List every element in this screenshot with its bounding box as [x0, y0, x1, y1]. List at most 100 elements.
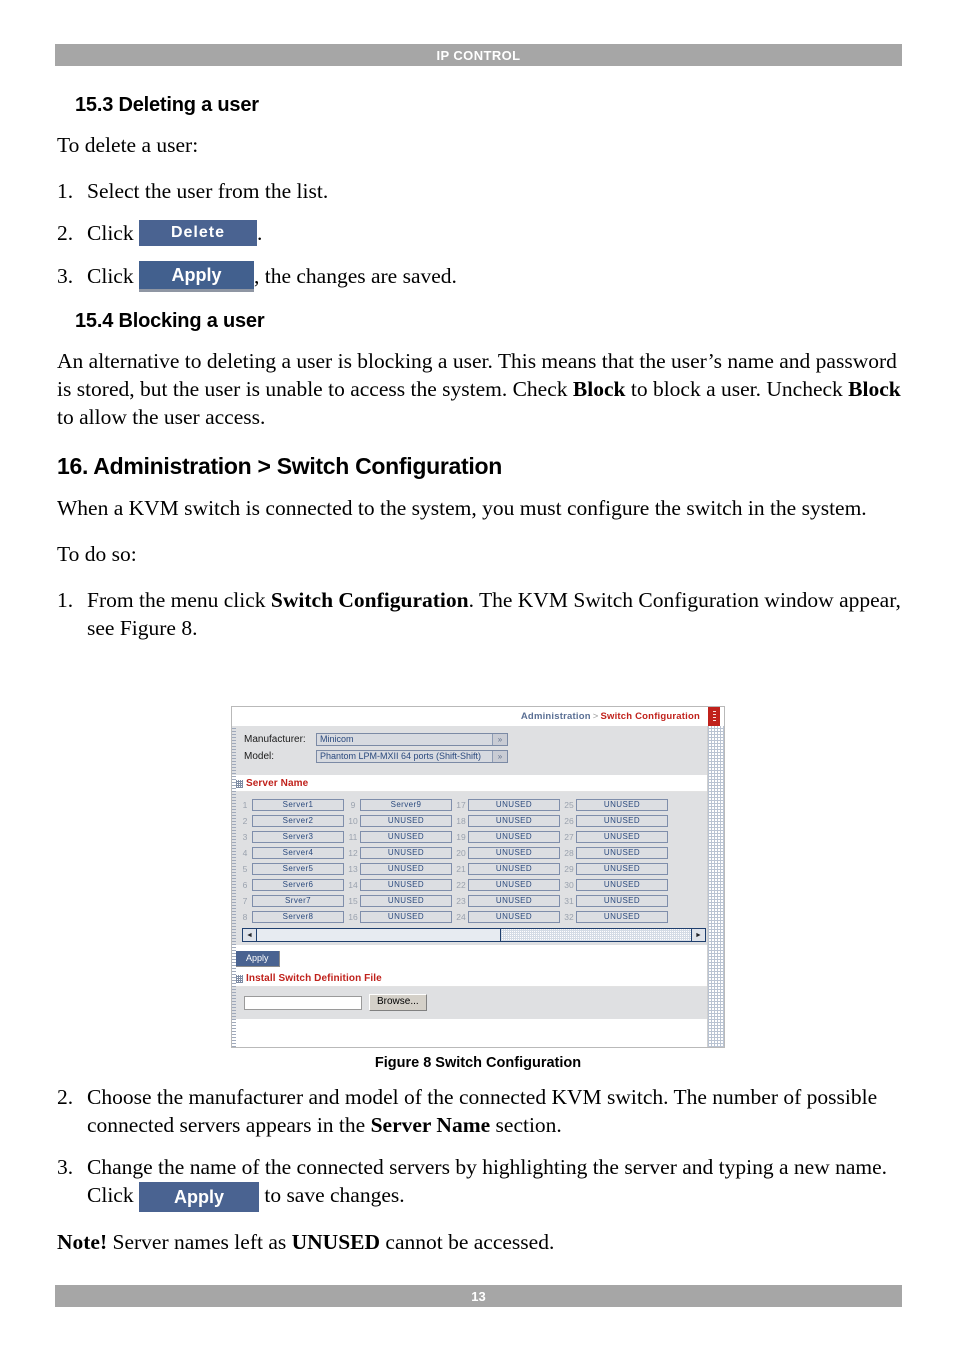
list-item-number: 3.	[57, 1155, 74, 1179]
server-name-input[interactable]: Server2	[252, 815, 344, 827]
server-name-input[interactable]: UNUSED	[360, 831, 452, 843]
server-column-3: 17 UNUSED 18 UNUSED 19 UNUSED 20 UNUSED 21 UN…	[454, 797, 560, 925]
server-name-input[interactable]: UNUSED	[468, 831, 560, 843]
model-select[interactable]: Phantom LPM-MXII 64 ports (Shift-Shift) …	[316, 750, 508, 763]
server-index: 31	[564, 896, 574, 906]
server-index: 20	[456, 848, 466, 858]
server-name-input[interactable]: UNUSED	[576, 815, 668, 827]
server-index: 11	[348, 832, 358, 842]
browse-button[interactable]: Browse...	[369, 994, 427, 1011]
server-name-input[interactable]: UNUSED	[468, 879, 560, 891]
server-index: 21	[456, 864, 466, 874]
server-entry: 14 UNUSED	[346, 877, 452, 893]
panel-collapse-tab[interactable]	[708, 707, 720, 726]
server-index: 22	[456, 880, 466, 890]
server-index: 2	[242, 816, 248, 826]
server-name-input[interactable]: UNUSED	[576, 799, 668, 811]
server-name-input[interactable]: UNUSED	[576, 895, 668, 907]
step1-bold: Switch Configuration	[270, 587, 469, 612]
steps-list-16-cont: 2. Choose the manufacturer and model of …	[57, 1083, 902, 1213]
server-entry: 25 UNUSED	[562, 797, 668, 813]
server-name-input[interactable]: Server3	[252, 831, 344, 843]
server-name-input[interactable]: Server8	[252, 911, 344, 923]
server-name-input[interactable]: UNUSED	[576, 847, 668, 859]
server-entry: 12 UNUSED	[346, 845, 452, 861]
step-text-pre: Click	[87, 264, 139, 289]
server-index: 6	[242, 880, 248, 890]
server-name-input[interactable]: UNUSED	[360, 815, 452, 827]
step3-post: to save changes.	[258, 1183, 405, 1207]
server-entry: 20 UNUSED	[454, 845, 560, 861]
step2-post: section.	[490, 1113, 562, 1137]
manufacturer-select[interactable]: Minicom »	[316, 733, 508, 746]
server-entry: 22 UNUSED	[454, 877, 560, 893]
left-rail-decoration	[232, 726, 236, 1047]
server-entry: 27 UNUSED	[562, 829, 668, 845]
manufacturer-label: Manufacturer:	[244, 734, 306, 745]
server-name-input[interactable]: UNUSED	[360, 847, 452, 859]
scroll-left-icon[interactable]: ◄	[243, 929, 257, 941]
server-index: 30	[564, 880, 574, 890]
figure-apply-button[interactable]: Apply	[236, 951, 280, 967]
manufacturer-row: Manufacturer: Minicom »	[244, 733, 724, 746]
delete-button[interactable]: Delete	[138, 220, 257, 247]
horizontal-scrollbar[interactable]: ◄ ►	[242, 928, 706, 942]
server-name-input[interactable]: UNUSED	[468, 863, 560, 875]
server-name-input[interactable]: Server6	[252, 879, 344, 891]
list-item: 3. Click Apply, the changes are saved.	[57, 260, 902, 294]
server-index: 9	[350, 800, 356, 810]
paragraph-kvm-intro: When a KVM switch is connected to the sy…	[57, 495, 867, 520]
apply-button[interactable]: Apply	[138, 1182, 259, 1213]
server-entry: 24 UNUSED	[454, 909, 560, 925]
content-upper: 15.3 Deleting a user To delete a user: 1…	[57, 82, 902, 658]
server-name-input[interactable]: UNUSED	[468, 815, 560, 827]
server-name-input[interactable]: UNUSED	[576, 911, 668, 923]
server-name-input[interactable]: UNUSED	[468, 895, 560, 907]
apply-button[interactable]: Apply	[138, 260, 254, 292]
server-index: 5	[242, 864, 248, 874]
server-index: 8	[242, 912, 248, 922]
document-page: IP CONTROL 15.3 Deleting a user To delet…	[0, 0, 954, 1355]
breadcrumb-parent[interactable]: Administration	[521, 711, 591, 722]
note-paragraph: Note! Server names left as UNUSED cannot…	[57, 1228, 902, 1256]
scrollbar-thumb[interactable]	[257, 929, 502, 941]
server-name-input[interactable]: UNUSED	[360, 863, 452, 875]
server-index: 32	[564, 912, 574, 922]
definition-file-input[interactable]	[244, 995, 362, 1010]
server-name-section-header: Server Name	[232, 775, 724, 792]
manufacturer-value: Minicom	[320, 734, 354, 744]
server-entry: 18 UNUSED	[454, 813, 560, 829]
server-index: 16	[348, 912, 358, 922]
server-index: 12	[348, 848, 358, 858]
server-name-input[interactable]: Server5	[252, 863, 344, 875]
server-entry: 30 UNUSED	[562, 877, 668, 893]
breadcrumb-band: Administration > Switch Configuration	[232, 707, 724, 726]
server-index: 3	[242, 832, 248, 842]
list-item: 1. Select the user from the list.	[57, 177, 902, 205]
server-index: 26	[564, 816, 574, 826]
server-name-input[interactable]: UNUSED	[576, 863, 668, 875]
install-file-area: Browse...	[232, 987, 724, 1019]
server-name-input[interactable]: UNUSED	[468, 911, 560, 923]
scrollbar-track[interactable]	[257, 929, 691, 941]
steps-list-15-3: 1. Select the user from the list. 2. Cli…	[57, 177, 902, 294]
server-index: 4	[242, 848, 248, 858]
server-name-input[interactable]: Server4	[252, 847, 344, 859]
server-name-input[interactable]: UNUSED	[360, 879, 452, 891]
server-name-input[interactable]: UNUSED	[468, 847, 560, 859]
step-text-post: .	[256, 221, 263, 245]
server-index: 10	[348, 816, 358, 826]
server-name-input[interactable]: Srver7	[252, 895, 344, 907]
list-item-text: From the menu click Switch Configuration…	[87, 586, 902, 642]
server-index: 15	[348, 896, 358, 906]
server-name-input[interactable]: UNUSED	[576, 879, 668, 891]
server-entry: 15 UNUSED	[346, 893, 452, 909]
server-name-input[interactable]: UNUSED	[468, 799, 560, 811]
server-name-input[interactable]: UNUSED	[360, 895, 452, 907]
scroll-right-icon[interactable]: ►	[691, 929, 705, 941]
server-entry: 10 UNUSED	[346, 813, 452, 829]
server-name-input[interactable]: Server1	[252, 799, 344, 811]
server-name-input[interactable]: UNUSED	[360, 911, 452, 923]
server-name-input[interactable]: UNUSED	[576, 831, 668, 843]
server-name-input[interactable]: Server9	[360, 799, 452, 811]
